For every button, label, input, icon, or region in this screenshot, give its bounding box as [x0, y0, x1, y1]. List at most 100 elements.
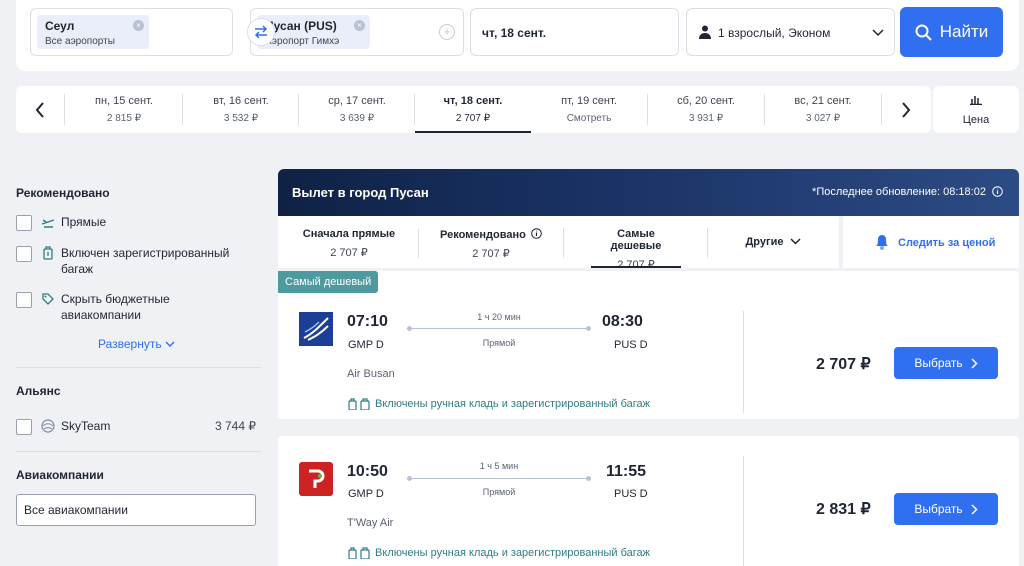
origin-airport: Все аэропорты: [45, 36, 115, 47]
divider: [743, 311, 744, 413]
add-destination-icon[interactable]: +: [439, 24, 455, 40]
date-strip: пн, 15 сент. 2 815 ₽ вт, 16 сент. 3 532 …: [16, 86, 931, 133]
plane-icon: [41, 219, 55, 228]
select-button-label: Выбрать: [914, 356, 963, 370]
origin-field[interactable]: Сеул Все аэропорты ×: [30, 8, 233, 56]
sort-label-text: Другие: [745, 236, 784, 248]
results-title: Вылет в город Пусан: [292, 185, 429, 200]
sort-other-dropdown[interactable]: Другие: [738, 216, 808, 268]
divider: [743, 456, 744, 566]
sort-direct-first[interactable]: Сначала прямые 2 707 ₽: [292, 216, 406, 268]
airline-name: T'Way Air: [347, 517, 394, 529]
flight-card[interactable]: 07:10 GMP D 1 ч 20 мин Прямой 08:30 PUS …: [278, 271, 1019, 419]
date-option[interactable]: ср, 17 сент. 3 639 ₽: [299, 86, 415, 133]
date-field[interactable]: чт, 18 сент.: [470, 8, 679, 56]
cheapest-badge: Самый дешевый: [278, 271, 379, 293]
date-option[interactable]: пт, 19 сент. Смотреть: [531, 86, 647, 133]
filter-skyteam[interactable]: SkyTeam 3 744 ₽: [16, 418, 261, 435]
chevron-right-icon: [971, 357, 978, 369]
sort-price: 2 707 ₽: [472, 248, 510, 260]
departure-time: 10:50: [347, 463, 388, 480]
date-option[interactable]: сб, 20 сент. 3 931 ₽: [648, 86, 764, 133]
sort-price: 2 707 ₽: [617, 259, 655, 271]
chevron-right-icon: [901, 101, 910, 118]
price-chart-label: Цена: [962, 114, 990, 126]
results-header: Вылет в город Пусан *Последнее обновлени…: [278, 169, 1019, 216]
route-line: [407, 476, 591, 481]
arrival-airport: PUS D: [614, 339, 648, 351]
alliance-title: Альянс: [16, 384, 61, 398]
price-chart-toggle[interactable]: Цена: [933, 86, 1019, 133]
date-option-day: пт, 19 сент.: [561, 95, 617, 107]
arrival-time: 11:55: [606, 463, 647, 480]
divider: [64, 94, 65, 125]
recommended-title: Рекомендовано: [16, 186, 110, 200]
checkbox[interactable]: [16, 215, 32, 231]
search-panel: Сеул Все аэропорты × Пусан (PUS) Аэропор…: [16, 0, 1019, 71]
passengers-value: 1 взрослый, Эконом: [718, 26, 831, 40]
date-option-price: 3 532 ₽: [223, 113, 259, 124]
select-flight-button[interactable]: Выбрать: [894, 347, 998, 379]
departure-airport: GMP D: [348, 488, 384, 500]
destination-field[interactable]: Пусан (PUS) Аэропорт Гимхэ × +: [250, 8, 464, 56]
checkbox[interactable]: [16, 292, 32, 308]
filters-sidebar: Рекомендовано Прямые Включен зарегистрир…: [16, 170, 261, 526]
arrival-airport: PUS D: [614, 488, 648, 500]
flight-card[interactable]: 10:50 GMP D 1 ч 5 мин Прямой 11:55 PUS D…: [278, 436, 1019, 566]
divider: [16, 367, 261, 368]
chevron-left-icon: [35, 101, 44, 118]
alliance-price: 3 744 ₽: [215, 419, 256, 433]
track-price-button[interactable]: Следить за ценой: [843, 216, 1019, 268]
sort-label: Рекомендовано: [432, 228, 550, 241]
date-option-price: 2 815 ₽: [106, 113, 142, 124]
expand-filters-link[interactable]: Развернуть: [98, 337, 261, 351]
origin-clear-icon[interactable]: ×: [133, 20, 144, 31]
sort-cheapest[interactable]: Самые дешевые 2 707 ₽: [591, 216, 681, 271]
airlines-select[interactable]: Все авиакомпании: [16, 494, 256, 526]
chevron-right-icon: [971, 503, 978, 515]
swap-button[interactable]: [247, 18, 275, 46]
date-option[interactable]: вс, 21 сент. 3 027 ₽: [765, 86, 881, 133]
filter-baggage[interactable]: Включен зарегистрированный багаж: [16, 245, 261, 277]
date-option[interactable]: вт, 16 сент. 3 532 ₽: [183, 86, 299, 133]
date-option-day: вс, 21 сент.: [794, 95, 852, 107]
sort-label: Самые дешевые: [610, 228, 662, 252]
sort-recommended[interactable]: Рекомендовано 2 707 ₽: [432, 216, 550, 268]
select-flight-button[interactable]: Выбрать: [894, 493, 998, 525]
departure-airport: GMP D: [348, 339, 384, 351]
date-option-day: ср, 17 сент.: [328, 95, 386, 107]
flight-price: 2 707 ₽: [816, 356, 871, 373]
date-option-price: 3 027 ₽: [805, 113, 841, 124]
date-option-selected[interactable]: чт, 18 сент. 2 707 ₽: [415, 86, 531, 133]
last-updated-text: *Последнее обновление: 08:18:02: [812, 186, 986, 198]
last-updated: *Последнее обновление: 08:18:02: [812, 186, 1003, 198]
filter-budget[interactable]: Скрыть бюджетные авиакомпании: [16, 291, 261, 323]
info-icon[interactable]: [992, 186, 1003, 197]
prev-dates-button[interactable]: [16, 86, 63, 133]
origin-city: Сеул: [45, 19, 75, 33]
track-price-label: Следить за ценой: [898, 237, 996, 249]
date-option-price: 3 639 ₽: [339, 113, 375, 124]
date-option[interactable]: пн, 15 сент. 2 815 ₽: [66, 86, 182, 133]
origin-chip[interactable]: Сеул Все аэропорты ×: [37, 15, 149, 49]
swap-icon: [254, 25, 268, 39]
tway-logo-icon: [299, 462, 333, 496]
checkbox[interactable]: [16, 419, 32, 435]
date-option-price: 2 707 ₽: [455, 113, 491, 124]
departure-time: 07:10: [347, 313, 388, 330]
checkbox[interactable]: [16, 246, 32, 262]
find-button[interactable]: Найти: [900, 7, 1003, 57]
filter-label: Скрыть бюджетные авиакомпании: [61, 292, 170, 322]
info-icon[interactable]: [531, 228, 542, 239]
date-option-price: Смотреть: [566, 113, 612, 124]
divider: [418, 228, 419, 258]
next-dates-button[interactable]: [882, 86, 929, 133]
search-icon: [915, 24, 932, 41]
sort-label: Сначала прямые: [302, 228, 396, 240]
baggage-info: Включены ручная кладь и зарегистрированн…: [347, 547, 650, 559]
destination-clear-icon[interactable]: ×: [354, 20, 365, 31]
filter-direct[interactable]: Прямые: [16, 214, 261, 231]
flight-duration: 1 ч 5 мин: [479, 461, 519, 471]
destination-airport: Аэропорт Гимхэ: [265, 36, 340, 47]
passengers-field[interactable]: 1 взрослый, Эконом: [686, 8, 895, 56]
